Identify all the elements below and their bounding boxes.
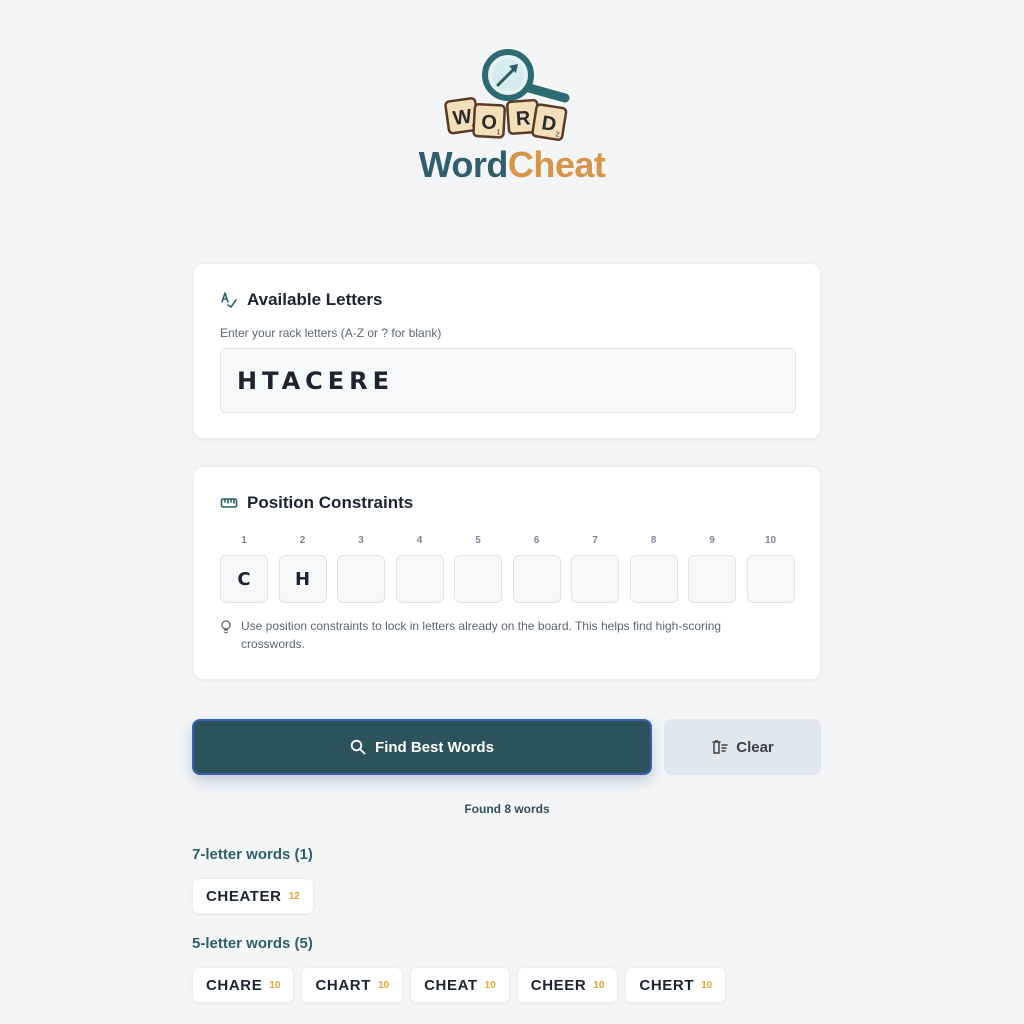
chip-score: 10 bbox=[484, 979, 496, 991]
position-slot: 3 bbox=[337, 535, 385, 603]
position-number: 2 bbox=[299, 535, 306, 546]
position-number: 8 bbox=[650, 535, 657, 546]
position-slot: 1C bbox=[220, 535, 268, 603]
magnifier-tiles-logo-icon: W 4 O 1 R 1 D 2 bbox=[444, 49, 570, 141]
position-slot: 2H bbox=[278, 535, 327, 603]
position-slot: 5 bbox=[454, 535, 502, 603]
brand-name: WordCheat bbox=[0, 144, 1024, 186]
position-number: 9 bbox=[709, 535, 715, 546]
position-input[interactable] bbox=[512, 555, 561, 603]
lightbulb-icon bbox=[221, 620, 231, 634]
clear-button-label: Clear bbox=[736, 738, 774, 756]
chip-score: 12 bbox=[288, 890, 300, 902]
position-input[interactable] bbox=[629, 555, 678, 603]
position-note-text: Use position constraints to lock in lett… bbox=[241, 619, 722, 651]
position-input[interactable] bbox=[571, 555, 619, 603]
position-slot: 6 bbox=[512, 535, 561, 603]
results-count: Found 8 words bbox=[464, 802, 550, 816]
search-icon bbox=[350, 739, 366, 755]
position-number: 10 bbox=[764, 535, 777, 546]
position-note: Use position constraints to lock in lett… bbox=[220, 617, 760, 653]
tile-letter: R bbox=[515, 107, 531, 130]
chip-score: 10 bbox=[269, 979, 281, 991]
position-number: 4 bbox=[416, 535, 423, 546]
ruler-icon bbox=[220, 498, 238, 508]
chip-score: 10 bbox=[701, 979, 713, 991]
position-input[interactable] bbox=[688, 555, 736, 603]
chip-score: 10 bbox=[377, 979, 390, 991]
find-best-words-button[interactable]: Find Best Words bbox=[192, 719, 652, 775]
card-title: Available Letters bbox=[220, 290, 382, 310]
word-chip[interactable]: CHERT 10 bbox=[625, 967, 727, 1003]
chip-word: CHERT bbox=[639, 976, 695, 994]
position-input[interactable]: C bbox=[220, 555, 268, 603]
position-slot: 9 bbox=[688, 535, 736, 603]
chip-word: CHEER bbox=[530, 976, 587, 994]
brand-cheat-part: Cheat bbox=[507, 144, 606, 185]
position-number: 6 bbox=[533, 535, 540, 546]
position-slot: 10 bbox=[746, 535, 795, 603]
available-letters-title: Available Letters bbox=[247, 290, 383, 309]
chip-word: CHART bbox=[315, 976, 371, 994]
position-number: 7 bbox=[592, 535, 598, 546]
chip-word: CHEAT bbox=[424, 976, 478, 994]
word-chip[interactable]: CHEER 10 bbox=[516, 967, 619, 1003]
position-slot: 7 bbox=[571, 535, 619, 603]
word-chip[interactable]: CHART 10 bbox=[301, 967, 404, 1003]
card-title: Position Constraints bbox=[220, 493, 413, 513]
position-input[interactable] bbox=[395, 555, 444, 603]
position-input[interactable] bbox=[337, 555, 385, 603]
available-letters-card: Available Letters Enter your rack letter… bbox=[193, 263, 821, 439]
chip-score: 10 bbox=[593, 979, 605, 991]
tile-letter: O bbox=[481, 111, 498, 134]
position-input[interactable] bbox=[454, 555, 502, 603]
word-chip-list: CHARE 10 CHART 10 CHEAT 10 CHEER 10 CHERT 10 bbox=[192, 967, 727, 1003]
position-input[interactable] bbox=[746, 555, 795, 603]
logo: W 4 O 1 R 1 D 2 WordCheat bbox=[0, 46, 1024, 196]
clear-trash-icon bbox=[712, 740, 728, 754]
word-group-title: 5-letter words (5) bbox=[192, 935, 313, 952]
position-slot: 8 bbox=[629, 535, 678, 603]
find-button-label: Find Best Words bbox=[375, 738, 494, 756]
tile-letter: W bbox=[451, 106, 473, 130]
handwriting-check-icon bbox=[221, 292, 237, 308]
position-slot: 4 bbox=[395, 535, 444, 603]
position-number: 5 bbox=[475, 535, 481, 546]
word-chip[interactable]: CHEAT 10 bbox=[410, 967, 510, 1003]
word-chip[interactable]: CHEATER 12 bbox=[192, 878, 314, 914]
brand-word-part: Word bbox=[418, 144, 509, 185]
word-group-title: 7-letter words (1) bbox=[192, 846, 313, 863]
position-constraints-title: Position Constraints bbox=[247, 493, 414, 512]
clear-button[interactable]: Clear bbox=[664, 719, 821, 775]
chip-word: CHARE bbox=[206, 976, 263, 994]
word-chip[interactable]: CHARE 10 bbox=[192, 967, 295, 1003]
rack-letters-input[interactable] bbox=[220, 348, 796, 413]
letters-hint: Enter your rack letters (A-Z or ? for bl… bbox=[220, 326, 442, 340]
position-number: 3 bbox=[358, 535, 364, 546]
position-constraints-card: Position Constraints 1C 2H 3 4 5 6 7 8 9… bbox=[193, 466, 821, 680]
tile-score: 1 bbox=[496, 129, 500, 136]
position-grid: 1C 2H 3 4 5 6 7 8 9 10 bbox=[220, 535, 795, 603]
position-number: 1 bbox=[241, 535, 247, 546]
word-chip-list: CHEATER 12 bbox=[192, 878, 314, 914]
position-input[interactable]: H bbox=[278, 555, 327, 603]
chip-word: CHEATER bbox=[206, 887, 282, 905]
